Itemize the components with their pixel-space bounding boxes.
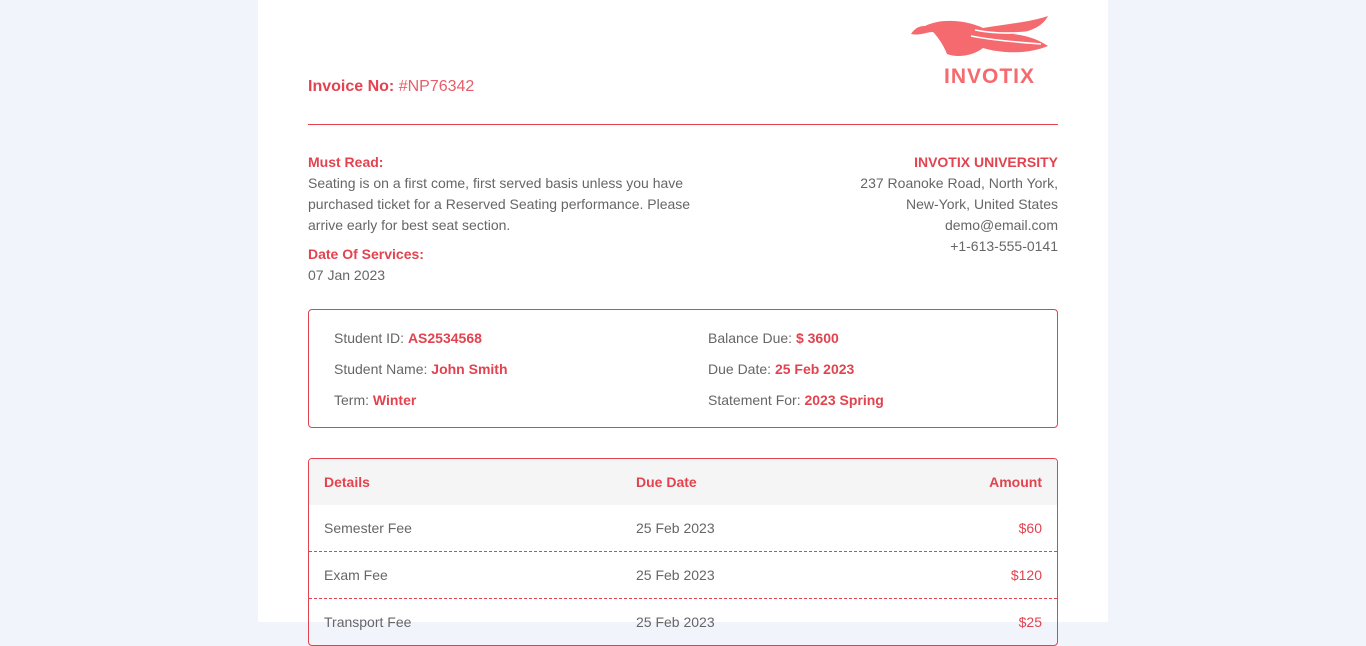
student-name: Student Name: John Smith (334, 361, 508, 377)
column-header-amount: Amount (989, 474, 1042, 490)
column-header-due-date: Due Date (636, 474, 697, 490)
table-row: Semester Fee 25 Feb 2023 $60 (309, 505, 1057, 551)
invoice-page: Invoice No: #NP76342 INVOTIX Must Read: … (258, 0, 1108, 646)
student-id-value: AS2534568 (407, 330, 482, 346)
notice-title: Must Read: (308, 154, 384, 170)
row-amount: $60 (1018, 520, 1042, 536)
notice-text: Seating is on a first come, first served… (308, 173, 728, 236)
header-divider (308, 124, 1058, 125)
student-term: Term: Winter (334, 392, 416, 408)
invoice-number-value: #NP76342 (398, 78, 475, 95)
statement-for: Statement For: 2023 Spring (708, 392, 884, 408)
notice-line: purchased ticket for a Reserved Seating … (308, 196, 691, 212)
student-id-label: Student ID: (334, 330, 405, 346)
notice-line: arrive early for best seat section. (308, 217, 511, 233)
due-date-value: 25 Feb 2023 (774, 361, 855, 377)
row-details: Exam Fee (324, 567, 388, 583)
table-header: Details Due Date Amount (309, 459, 1057, 505)
company-logo: INVOTIX (911, 14, 1051, 90)
row-amount: $120 (1010, 567, 1042, 583)
balance-due: Balance Due: $ 3600 (708, 330, 839, 346)
term-value: Winter (372, 392, 417, 408)
logo-text: INVOTIX (943, 65, 1035, 88)
row-amount: $25 (1018, 614, 1042, 630)
statement-for-label: Statement For: (708, 392, 801, 408)
address-line-2: New-York, United States (906, 196, 1058, 212)
notice-section: Must Read: Seating is on a first come, f… (308, 152, 728, 286)
service-date-value: 07 Jan 2023 (308, 267, 386, 283)
term-label: Term: (334, 392, 369, 408)
student-name-value: John Smith (431, 361, 508, 377)
balance-due-label: Balance Due: (708, 330, 793, 346)
notice-line: Seating is on a first come, first served… (308, 175, 684, 191)
organization-name: INVOTIX UNIVERSITY (914, 154, 1058, 170)
invoice-number: Invoice No: #NP76342 (308, 78, 474, 96)
service-date-label: Date Of Services: (308, 246, 424, 262)
row-details: Semester Fee (324, 520, 412, 536)
due-date-label: Due Date: (708, 361, 772, 377)
student-info-box: Student ID: AS2534568 Student Name: John… (308, 309, 1058, 428)
organization-address: INVOTIX UNIVERSITY 237 Roanoke Road, Nor… (738, 152, 1058, 257)
row-due-date: 25 Feb 2023 (636, 567, 715, 583)
due-date: Due Date: 25 Feb 2023 (708, 361, 854, 377)
address-line-1: 237 Roanoke Road, North York, (860, 175, 1058, 191)
organization-phone[interactable]: +1-613-555-0141 (738, 236, 1058, 257)
student-id: Student ID: AS2534568 (334, 330, 482, 346)
table-row: Exam Fee 25 Feb 2023 $120 (309, 551, 1057, 598)
row-due-date: 25 Feb 2023 (636, 614, 715, 630)
column-header-details: Details (324, 474, 370, 490)
row-due-date: 25 Feb 2023 (636, 520, 715, 536)
bird-logo-icon (911, 16, 1048, 56)
invoice-number-label: Invoice No: (308, 78, 395, 95)
fee-table: Details Due Date Amount Semester Fee 25 … (308, 458, 1058, 646)
organization-email[interactable]: demo@email.com (738, 215, 1058, 236)
student-name-label: Student Name: (334, 361, 428, 377)
row-details: Transport Fee (324, 614, 412, 630)
balance-due-value: $ 3600 (795, 330, 839, 346)
statement-for-value: 2023 Spring (804, 392, 884, 408)
